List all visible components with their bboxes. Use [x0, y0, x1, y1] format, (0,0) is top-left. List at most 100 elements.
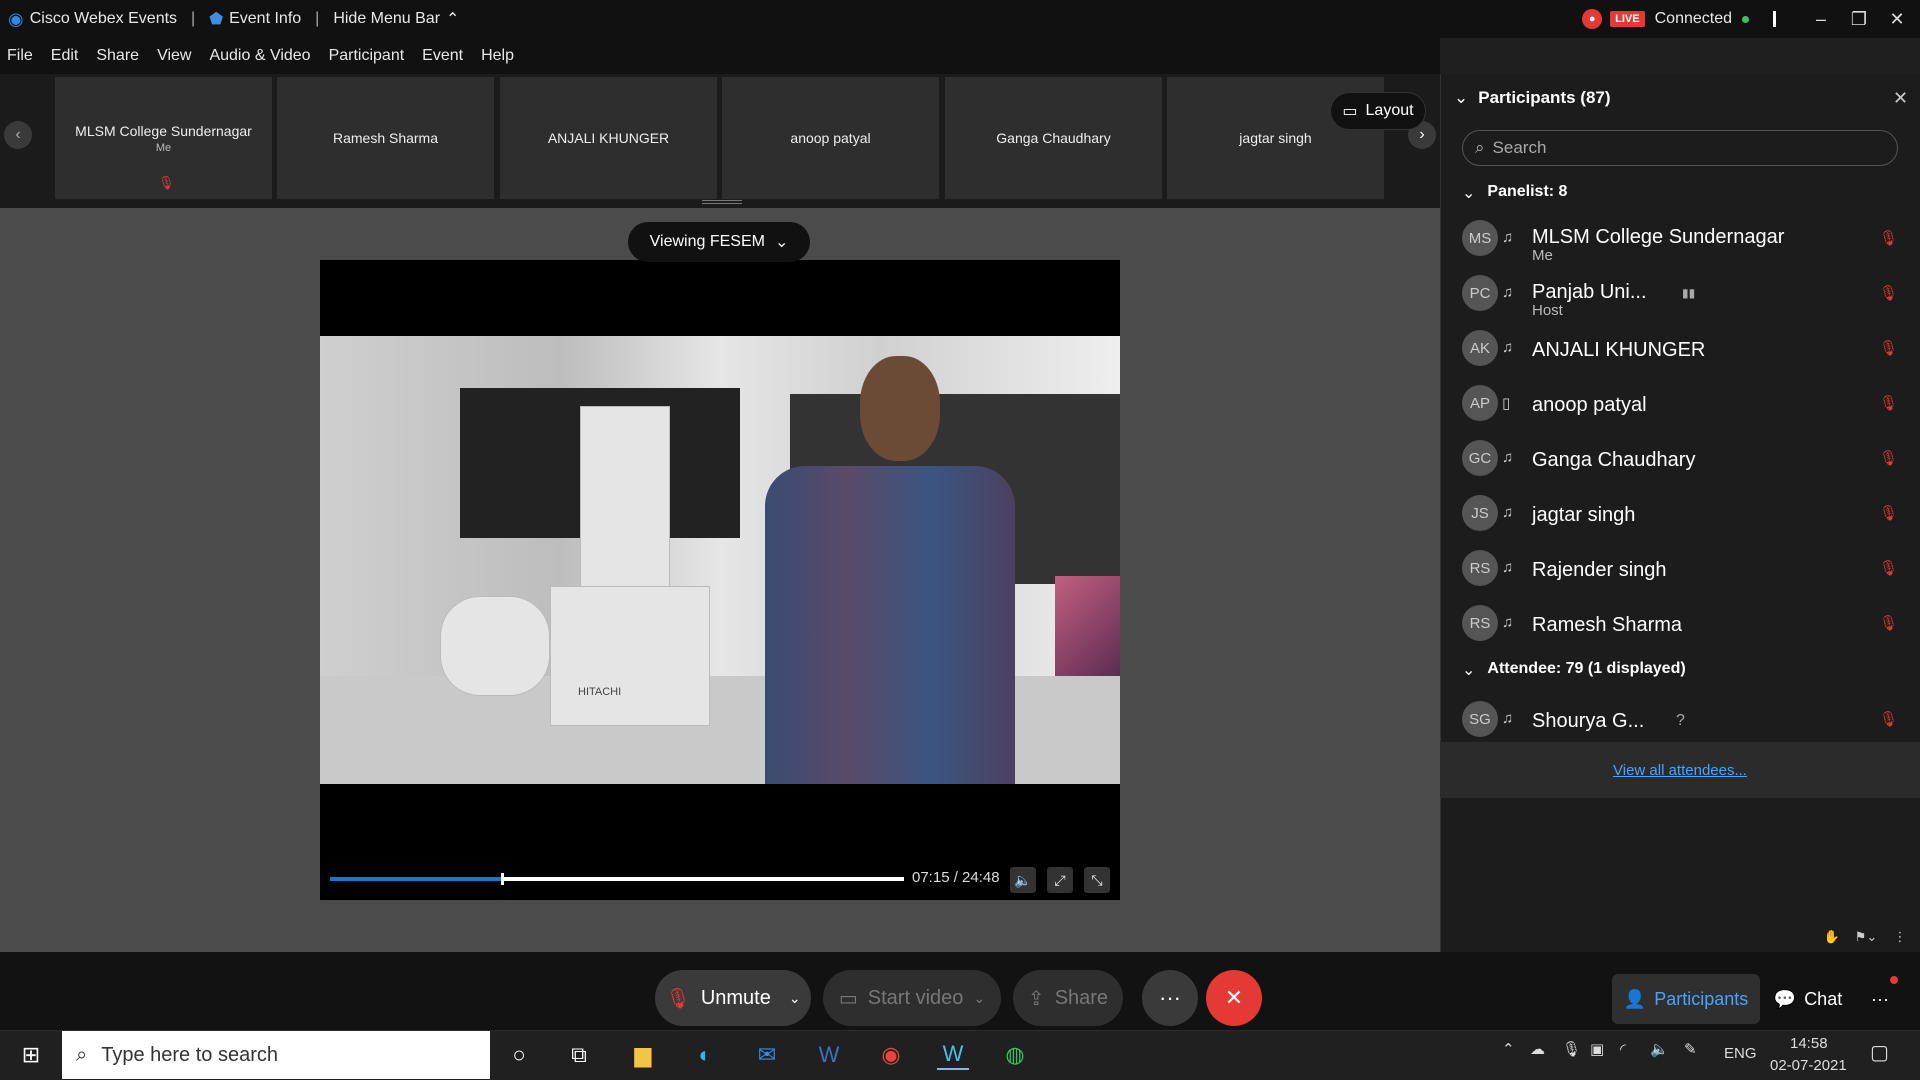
- whatsapp-icon[interactable]: ◍: [999, 1040, 1031, 1070]
- edge-browser-icon[interactable]: ◐: [689, 1040, 721, 1070]
- headset-icon: ♫: [1502, 229, 1514, 246]
- more-options-button[interactable]: ···: [1142, 970, 1198, 1026]
- headset-icon: ♫: [1502, 559, 1514, 576]
- event-info-button[interactable]: ⬟ Event Info: [209, 9, 301, 29]
- chevron-down-icon: ⌄: [1462, 185, 1476, 202]
- filmstrip-prev-icon[interactable]: ‹: [4, 121, 32, 149]
- participant-row[interactable]: AK ♫ ANJALI KHUNGER 🎙: [1462, 321, 1910, 375]
- panel-title[interactable]: ⌄ Participants (87): [1454, 88, 1611, 108]
- menu-audio-video[interactable]: Audio & Video: [209, 47, 310, 65]
- attendee-section-header[interactable]: ⌄ Attendee: 79 (1 displayed): [1462, 660, 1686, 680]
- video-tile[interactable]: MLSM College Sundernagar Me 🎙: [55, 77, 272, 199]
- headset-icon: ♫: [1502, 339, 1514, 356]
- headset-icon: ♫: [1502, 710, 1514, 727]
- microphone-tray-icon[interactable]: 🎙: [1562, 1040, 1581, 1058]
- pop-out-icon[interactable]: ⤢: [1047, 867, 1073, 893]
- language-indicator[interactable]: ENG: [1724, 1045, 1757, 1062]
- more-panels-button[interactable]: ···: [1856, 974, 1904, 1024]
- clock-time[interactable]: 14:58: [1790, 1035, 1828, 1052]
- muted-mic-icon: 🎙: [158, 175, 175, 190]
- onedrive-icon[interactable]: ☁: [1530, 1040, 1545, 1058]
- participant-row[interactable]: RS ♫ Ramesh Sharma 🎙: [1462, 596, 1910, 650]
- title-bar: ◉ Cisco Webex Events | ⬟ Event Info | Hi…: [0, 0, 1920, 38]
- layout-button[interactable]: ▭ Layout: [1330, 92, 1426, 130]
- chevron-down-icon: ⌄: [1454, 88, 1469, 107]
- wifi-icon[interactable]: ◜: [1620, 1040, 1626, 1058]
- volume-tray-icon[interactable]: 🔈: [1650, 1040, 1669, 1058]
- video-tile[interactable]: Ganga Chaudhary: [945, 77, 1162, 199]
- leave-button[interactable]: ✕: [1206, 970, 1262, 1026]
- mail-icon[interactable]: ✉: [751, 1040, 783, 1070]
- lower-hand-icon[interactable]: ⚑⌄: [1850, 926, 1882, 948]
- participant-row[interactable]: SG ♫ Shourya G... ? 🎙: [1462, 692, 1910, 746]
- share-button[interactable]: ⇪ Share: [1013, 970, 1123, 1026]
- view-all-attendees-link[interactable]: View all attendees...: [1613, 762, 1747, 779]
- panelist-section-header[interactable]: ⌄ Panelist: 8: [1462, 183, 1567, 203]
- participants-panel-button[interactable]: 👤 Participants: [1612, 974, 1760, 1024]
- recording-icon: ●: [1582, 9, 1603, 29]
- progress-knob[interactable]: [501, 873, 505, 885]
- pen-icon[interactable]: ✎: [1684, 1040, 1697, 1058]
- menu-help[interactable]: Help: [481, 47, 514, 65]
- menu-view[interactable]: View: [157, 47, 191, 65]
- raise-hand-icon[interactable]: ✋: [1820, 926, 1844, 948]
- participant-row[interactable]: PC ♫ Panjab Uni... Host ▮▮ 🎙: [1462, 266, 1910, 320]
- headset-icon: ♫: [1502, 614, 1514, 631]
- avatar: AP: [1462, 385, 1498, 421]
- menu-bar: File Edit Share View Audio & Video Parti…: [0, 38, 1440, 74]
- avatar: SG: [1462, 701, 1498, 737]
- video-progress-bar[interactable]: [330, 873, 904, 885]
- menu-edit[interactable]: Edit: [51, 47, 79, 65]
- viewing-dropdown[interactable]: Viewing FESEM ⌄: [628, 222, 810, 262]
- divider: [1773, 11, 1776, 27]
- video-tile[interactable]: anoop patyal: [722, 77, 939, 199]
- muted-mic-icon: 🎙: [1878, 711, 1898, 728]
- windows-start-icon[interactable]: ⊞: [15, 1040, 47, 1070]
- participant-row[interactable]: RS ♫ Rajender singh 🎙: [1462, 541, 1910, 595]
- menu-participant[interactable]: Participant: [329, 47, 405, 65]
- webex-taskbar-icon[interactable]: W: [937, 1040, 969, 1070]
- chat-button[interactable]: 💬 Chat: [1762, 974, 1854, 1024]
- volume-icon[interactable]: 🔈: [1010, 867, 1036, 893]
- chrome-icon[interactable]: ◉: [875, 1040, 907, 1070]
- participant-row[interactable]: AP ▯ anoop patyal 🎙: [1462, 376, 1910, 430]
- chevron-down-icon: ⌄: [774, 234, 789, 251]
- clock-date[interactable]: 02-07-2021: [1770, 1057, 1847, 1074]
- webcam-tray-icon[interactable]: ▣: [1590, 1040, 1604, 1058]
- close-icon: ✕: [1224, 985, 1244, 1010]
- menu-share[interactable]: Share: [96, 47, 139, 65]
- minimize-icon[interactable]: –: [1802, 9, 1840, 30]
- participant-row[interactable]: MS ♫ MLSM College Sundernagar Me 🎙: [1462, 211, 1910, 265]
- close-panel-icon[interactable]: ✕: [1893, 88, 1908, 109]
- video-tile[interactable]: ANJALI KHUNGER: [500, 77, 717, 199]
- taskbar-search-input[interactable]: ⌕ Type here to search: [62, 1031, 490, 1079]
- participant-search-input[interactable]: ⌕ Search: [1462, 130, 1898, 166]
- connection-status: Connected: [1654, 10, 1732, 27]
- restore-icon[interactable]: ❐: [1840, 9, 1878, 30]
- cortana-icon[interactable]: ○: [503, 1040, 535, 1070]
- tray-overflow-icon[interactable]: ⌃: [1502, 1040, 1515, 1058]
- unmute-button[interactable]: 🎙 Unmute ⌄: [655, 970, 811, 1026]
- task-view-icon[interactable]: ⧉: [563, 1040, 595, 1070]
- video-timecode: 07:15 / 24:48: [912, 869, 1000, 886]
- microscope-base: [550, 586, 710, 726]
- hide-menu-bar-button[interactable]: Hide Menu Bar ⌃: [333, 9, 459, 29]
- panel-options-icon[interactable]: ⋮: [1888, 926, 1912, 948]
- menu-event[interactable]: Event: [422, 47, 463, 65]
- close-window-icon[interactable]: ✕: [1878, 9, 1916, 30]
- file-explorer-icon[interactable]: ▆: [627, 1040, 659, 1070]
- headset-icon: ♫: [1502, 449, 1514, 466]
- word-icon[interactable]: W: [813, 1040, 845, 1070]
- muted-mic-icon: 🎙: [1878, 560, 1898, 577]
- notifications-icon[interactable]: ▢: [1870, 1040, 1889, 1065]
- app-title: ◉ Cisco Webex Events: [8, 8, 178, 29]
- participant-row[interactable]: JS ♫ jagtar singh 🎙: [1462, 486, 1910, 540]
- menu-file[interactable]: File: [7, 47, 33, 65]
- filmstrip-resize-handle[interactable]: [702, 200, 742, 204]
- muted-mic-icon: 🎙: [665, 987, 691, 1010]
- start-video-button[interactable]: ▭ Start video ⌄: [823, 970, 1001, 1026]
- video-tile[interactable]: Ramesh Sharma: [277, 77, 494, 199]
- participant-row[interactable]: GC ♫ Ganga Chaudhary 🎙: [1462, 431, 1910, 485]
- monitor: [1055, 576, 1120, 681]
- fullscreen-icon[interactable]: ⤡: [1084, 867, 1110, 893]
